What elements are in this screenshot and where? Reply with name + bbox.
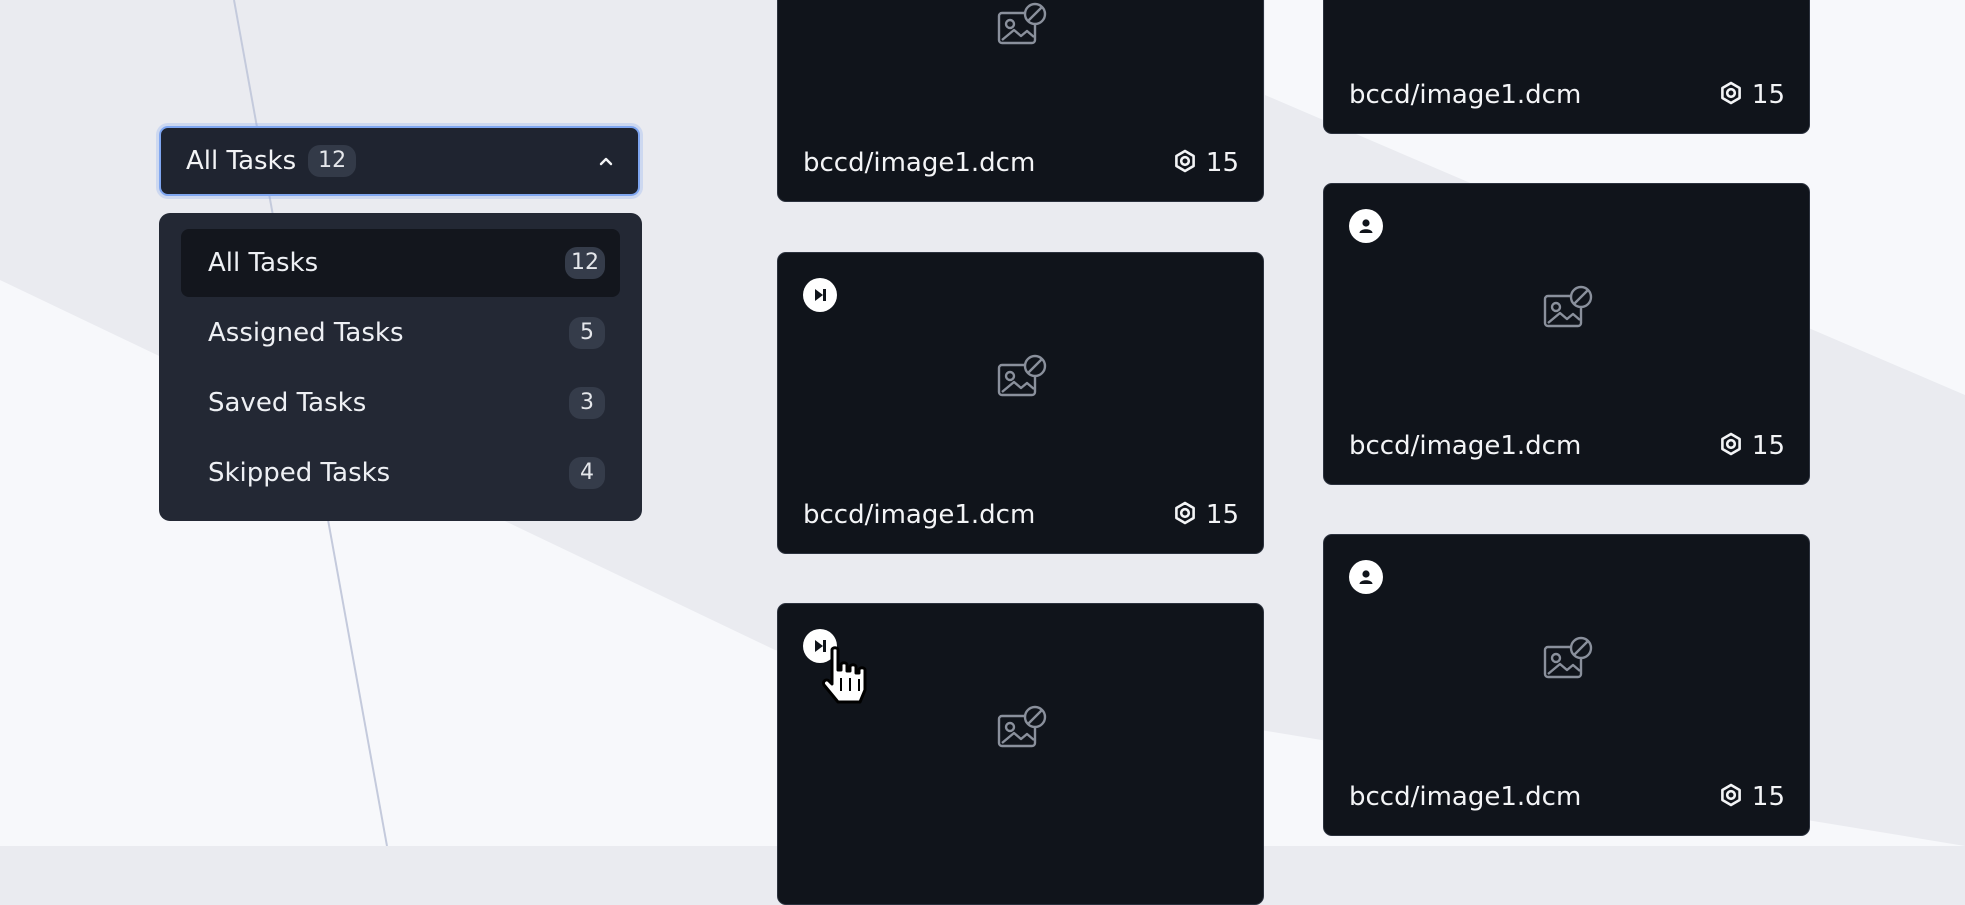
image-unavailable-icon (1542, 284, 1594, 336)
menu-item-count: 5 (569, 317, 605, 349)
task-filter-dropdown[interactable]: All Tasks 12 (159, 126, 640, 196)
user-icon (1349, 560, 1383, 594)
settings-ring-icon (1172, 148, 1198, 178)
menu-item-all-tasks[interactable]: All Tasks 12 (181, 229, 620, 297)
settings-ring-icon (1718, 80, 1744, 110)
task-card[interactable]: bccd/image1.dcm 15 (777, 252, 1264, 554)
menu-item-label: Saved Tasks (208, 388, 367, 418)
card-score-value: 15 (1751, 431, 1785, 461)
menu-item-label: Assigned Tasks (208, 318, 404, 348)
card-score: 15 (1172, 148, 1239, 178)
menu-item-saved-tasks[interactable]: Saved Tasks 3 (181, 369, 620, 437)
image-unavailable-icon (996, 704, 1048, 756)
task-card[interactable]: bccd/image1.dcm 15 (1323, 183, 1810, 485)
menu-item-label: All Tasks (208, 248, 319, 278)
dropdown-label: All Tasks (186, 146, 297, 176)
card-score-value: 15 (1751, 80, 1785, 110)
settings-ring-icon (1718, 782, 1744, 812)
hand-pointer-cursor (822, 646, 867, 704)
card-score: 15 (1718, 80, 1785, 110)
task-card[interactable]: bccd/image1.dcm 15 (1323, 534, 1810, 836)
card-filename: bccd/image1.dcm (1349, 782, 1582, 812)
task-card[interactable]: bccd/image1.dcm 15 (1323, 0, 1810, 134)
menu-item-count: 4 (569, 457, 605, 489)
task-card[interactable]: bccd/image1.dcm 15 (777, 0, 1264, 202)
task-filter-menu: All Tasks 12 Assigned Tasks 5 Saved Task… (159, 213, 642, 521)
image-unavailable-icon (996, 1, 1048, 53)
card-score-value: 15 (1751, 782, 1785, 812)
card-filename: bccd/image1.dcm (1349, 80, 1582, 110)
card-score-value: 15 (1205, 500, 1239, 530)
card-filename: bccd/image1.dcm (803, 148, 1036, 178)
menu-item-count: 3 (569, 387, 605, 419)
menu-item-count: 12 (565, 247, 605, 279)
image-unavailable-icon (996, 353, 1048, 405)
card-filename: bccd/image1.dcm (803, 500, 1036, 530)
user-icon (1349, 209, 1383, 243)
card-score: 15 (1172, 500, 1239, 530)
menu-item-label: Skipped Tasks (208, 458, 391, 488)
settings-ring-icon (1172, 500, 1198, 530)
image-unavailable-icon (1542, 635, 1594, 687)
card-score: 15 (1718, 782, 1785, 812)
chevron-up-icon[interactable] (598, 153, 614, 169)
settings-ring-icon (1718, 431, 1744, 461)
card-filename: bccd/image1.dcm (1349, 431, 1582, 461)
menu-item-assigned-tasks[interactable]: Assigned Tasks 5 (181, 299, 620, 367)
menu-item-skipped-tasks[interactable]: Skipped Tasks 4 (181, 439, 620, 507)
card-score-value: 15 (1205, 148, 1239, 178)
dropdown-count-badge: 12 (308, 145, 357, 177)
card-score: 15 (1718, 431, 1785, 461)
skip-icon[interactable] (803, 278, 837, 312)
